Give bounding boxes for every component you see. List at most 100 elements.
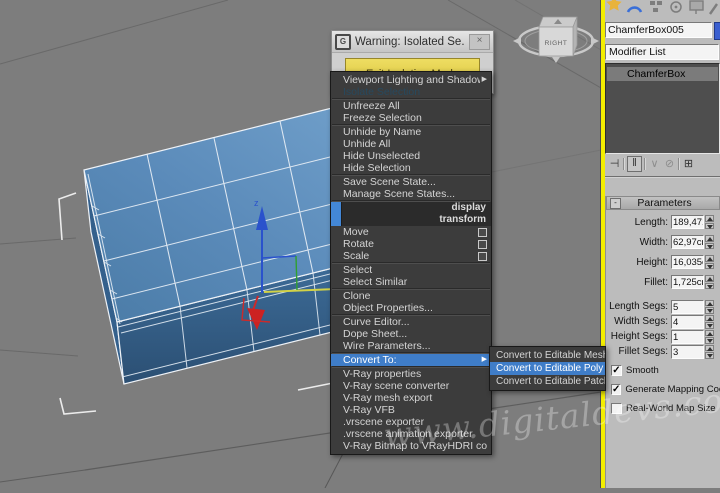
menu-item-hide-unselected[interactable]: Hide Unselected (331, 150, 491, 162)
toolbar-divider (678, 157, 680, 170)
settings-box-icon[interactable] (478, 227, 487, 237)
menu-item-rotate[interactable]: Rotate (331, 238, 491, 250)
height-input[interactable]: 16,035cm (671, 255, 704, 269)
generate-mapping-coords-checkbox-row: ✓ Generate Mapping Coords. (611, 384, 720, 395)
length-spinner[interactable] (705, 215, 714, 229)
param-row-width: Width: 62,97cm (606, 234, 720, 250)
remove-modifier-icon[interactable]: ⊘ (663, 157, 676, 170)
menu-item-convert-to-editable-mesh[interactable]: Convert to Editable Mesh (490, 349, 605, 362)
length-input[interactable]: 189,471cm (671, 215, 704, 229)
menu-item-select-similar[interactable]: Select Similar (331, 276, 491, 288)
menu-item-dope-sheet[interactable]: Dope Sheet... (331, 328, 491, 340)
param-row-fillet-segs: Fillet Segs: 3 (606, 344, 720, 359)
menu-item-move[interactable]: Move (331, 226, 491, 238)
menu-header-display[interactable]: display (331, 202, 491, 214)
height-segs-input[interactable]: 1 (671, 329, 704, 344)
length-segs-spinner[interactable] (705, 299, 714, 314)
submenu-arrow-icon: ▶ (481, 76, 487, 83)
height-segs-spinner[interactable] (705, 329, 714, 344)
width-segs-input[interactable]: 4 (671, 314, 704, 329)
parameters-rollout: - Parameters Length: 189,471cm Width: 62… (605, 196, 720, 488)
width-input[interactable]: 62,97cm (671, 235, 704, 249)
object-name-input[interactable]: ChamferBox005 (605, 22, 712, 38)
length-segs-input[interactable]: 5 (671, 299, 704, 314)
pin-stack-icon[interactable]: ⊣ (608, 157, 621, 170)
fillet-spinner[interactable] (705, 275, 714, 289)
viewcube[interactable]: RIGHT (513, 16, 599, 63)
create-tab-icon[interactable] (606, 0, 622, 11)
settings-box-icon[interactable] (478, 239, 487, 249)
height-spinner[interactable] (705, 255, 714, 269)
viewport[interactable]: z RIGHT (0, 0, 602, 489)
fillet-input[interactable]: 1,725cm (671, 275, 704, 289)
fillet-segs-input[interactable]: 3 (671, 344, 704, 359)
fillet-segs-spinner[interactable] (705, 344, 714, 359)
menu-item-select[interactable]: Select (331, 264, 491, 276)
gizmo-z-label: z (254, 198, 259, 208)
viewcube-face-label[interactable]: RIGHT (545, 40, 568, 47)
utilities-tab-icon[interactable] (709, 3, 718, 15)
toolbar-divider (623, 157, 625, 170)
parameters-rollout-header[interactable]: - Parameters (606, 196, 720, 210)
settings-box-icon[interactable] (478, 251, 487, 261)
param-row-length: Length: 189,471cm (606, 214, 720, 230)
menu-item-object-properties[interactable]: Object Properties... (331, 302, 491, 314)
stack-toolbar: ⊣ ‖ ∨ ⊘ ⊞ (604, 155, 720, 172)
menu-item-vray-scene-converter[interactable]: V-Ray scene converter (331, 380, 491, 392)
menu-item-clone[interactable]: Clone (331, 290, 491, 302)
dialog-titlebar[interactable]: G Warning: Isolated Se... × (332, 31, 493, 53)
menu-item-unhide-by-name[interactable]: Unhide by Name (331, 126, 491, 138)
collapse-icon[interactable]: - (610, 197, 621, 209)
smooth-checkbox[interactable]: ✓ (611, 365, 622, 376)
menu-item-vray-properties[interactable]: V-Ray properties (331, 368, 491, 380)
menu-item-convert-to-editable-patch[interactable]: Convert to Editable Patch (490, 375, 605, 388)
menu-item-freeze-selection[interactable]: Freeze Selection (331, 112, 491, 124)
smooth-checkbox-row: ✓ Smooth (611, 365, 659, 376)
command-panel-tabs (606, 0, 718, 15)
viewport-canvas: z RIGHT (0, 0, 602, 489)
show-end-result-icon[interactable]: ‖ (627, 155, 642, 172)
toolbar-divider (644, 157, 646, 170)
modify-tab-icon[interactable] (626, 6, 643, 13)
menu-item-unfreeze-all[interactable]: Unfreeze All (331, 100, 491, 112)
menu-item-curve-editor[interactable]: Curve Editor... (331, 316, 491, 328)
dialog-title: Warning: Isolated Se... (355, 35, 465, 48)
menu-item-manage-scene-states[interactable]: Manage Scene States... (331, 188, 491, 200)
motion-tab-icon[interactable] (670, 1, 682, 13)
menu-item-vray-vfb[interactable]: V-Ray VFB (331, 404, 491, 416)
modifier-list-dropdown[interactable]: Modifier List (605, 44, 719, 60)
menu-item-convert-to-editable-poly[interactable]: Convert to Editable Poly (490, 362, 605, 375)
configure-modifier-sets-icon[interactable]: ⊞ (682, 157, 695, 170)
menu-item-convert-to[interactable]: Convert To: ▶ (331, 354, 491, 366)
quad-marker-icon (331, 214, 342, 226)
close-icon[interactable]: × (469, 33, 490, 50)
real-world-map-size-checkbox[interactable] (611, 403, 622, 414)
menu-item-hide-selection[interactable]: Hide Selection (331, 162, 491, 174)
menu-item-vray-bitmap-converter[interactable]: V-Ray Bitmap to VRayHDRI converter (331, 440, 491, 452)
generate-mapping-coords-checkbox[interactable]: ✓ (611, 384, 622, 395)
menu-item-unhide-all[interactable]: Unhide All (331, 138, 491, 150)
hierarchy-tab-icon[interactable] (650, 1, 662, 12)
menu-item-vray-mesh-export[interactable]: V-Ray mesh export (331, 392, 491, 404)
stack-item-chamferbox[interactable]: ChamferBox (607, 67, 718, 81)
command-panel: ChamferBox005 Modifier List ChamferBox ⊣… (604, 0, 720, 488)
context-menu: Viewport Lighting and Shadows ▶ Isolate S… (330, 71, 492, 455)
menu-item-wire-parameters[interactable]: Wire Parameters... (331, 340, 491, 352)
width-segs-spinner[interactable] (705, 314, 714, 329)
param-row-height-segs: Height Segs: 1 (606, 329, 720, 344)
submenu-arrow-icon: ▶ (481, 356, 487, 363)
panel-divider (604, 176, 720, 178)
menu-item-vrscene-exporter[interactable]: .vrscene exporter (331, 416, 491, 428)
display-tab-icon[interactable] (689, 0, 704, 14)
menu-item-viewport-lighting-and-shadows[interactable]: Viewport Lighting and Shadows ▶ (331, 74, 491, 86)
make-unique-icon[interactable]: ∨ (648, 157, 661, 170)
menu-item-save-scene-state[interactable]: Save Scene State... (331, 176, 491, 188)
object-color-swatch[interactable] (714, 22, 720, 40)
menu-item-isolate-selection[interactable]: Isolate Selection (331, 86, 491, 98)
modifier-stack[interactable]: ChamferBox (605, 63, 720, 154)
menu-item-vrscene-animation-exporter[interactable]: .vrscene animation exporter (331, 428, 491, 440)
width-spinner[interactable] (705, 235, 714, 249)
menu-header-transform[interactable]: transform (331, 214, 491, 226)
menu-item-scale[interactable]: Scale (331, 250, 491, 262)
param-row-height: Height: 16,035cm (606, 254, 720, 270)
